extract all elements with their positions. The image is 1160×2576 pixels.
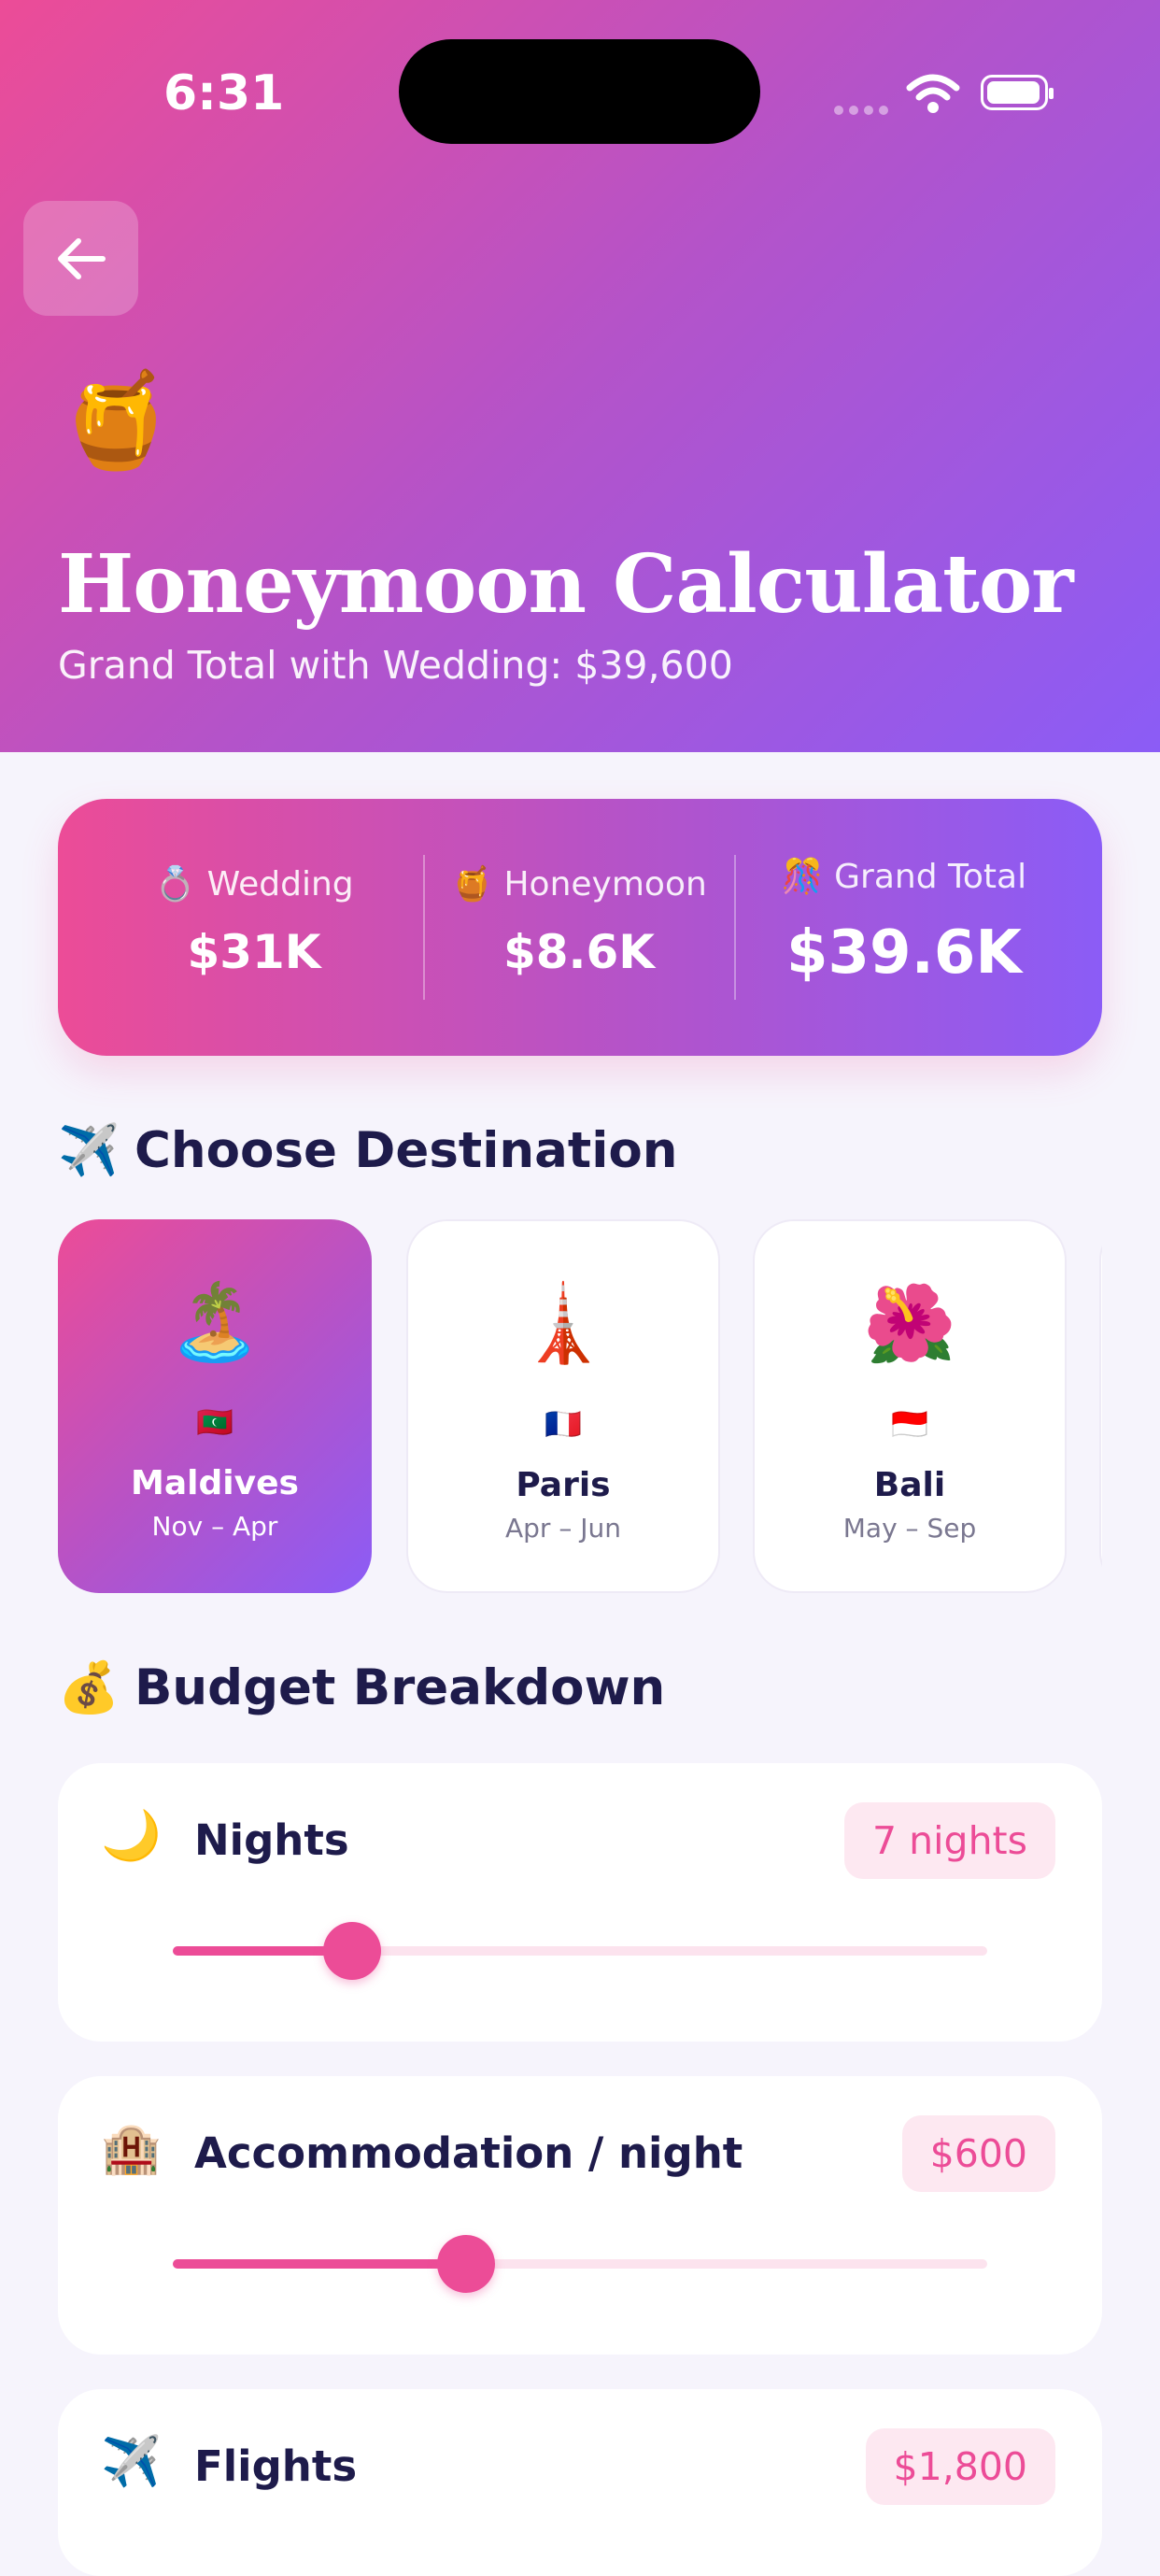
wedding-value: $31K bbox=[187, 925, 321, 979]
airplane-icon: ✈️ bbox=[58, 1122, 120, 1179]
nights-value-badge: 7 nights bbox=[844, 1802, 1055, 1879]
choose-destination-heading: ✈️ Choose Destination bbox=[58, 1121, 678, 1179]
cellular-signal-icon bbox=[834, 101, 894, 119]
honeymoon-total: 🍯 Honeymoon $8.6K bbox=[425, 799, 733, 1056]
back-button[interactable] bbox=[23, 201, 138, 316]
honey-pot-icon: 🍯 bbox=[58, 365, 175, 475]
ring-icon: 💍 bbox=[154, 865, 197, 904]
budget-item-label: Accommodation / night bbox=[194, 2128, 743, 2178]
destination-name: Bali bbox=[873, 1466, 946, 1504]
honeymoon-value: $8.6K bbox=[502, 925, 656, 979]
hibiscus-icon: 🌺 bbox=[863, 1280, 956, 1367]
destination-season: Apr – Jun bbox=[505, 1513, 621, 1544]
airplane-icon: ✈️ bbox=[101, 2434, 162, 2490]
arrow-left-icon bbox=[57, 237, 106, 279]
maldives-flag-icon: 🇲🇻 bbox=[196, 1404, 233, 1440]
destination-card-bali[interactable]: 🌺 🇮🇩 Bali May – Sep bbox=[753, 1219, 1067, 1593]
confetti-icon: 🎊 bbox=[781, 858, 824, 896]
honey-pot-icon: 🍯 bbox=[451, 865, 494, 904]
budget-item-label: Flights bbox=[194, 2441, 358, 2491]
honeymoon-label: Honeymoon bbox=[503, 865, 707, 904]
budget-item-accommodation: 🏨 Accommodation / night $600 bbox=[58, 2076, 1102, 2355]
status-time: 6:31 bbox=[163, 65, 285, 121]
budget-item-label: Nights bbox=[194, 1815, 349, 1865]
destination-name: Paris bbox=[516, 1466, 611, 1504]
tower-icon: 🗼 bbox=[516, 1280, 610, 1367]
grand-total-value: $39.6K bbox=[785, 918, 1023, 988]
header-hero: 6:31 🍯 Honeymoon Calculator Grand Total … bbox=[0, 0, 1160, 752]
destination-card-paris[interactable]: 🗼 🇫🇷 Paris Apr – Jun bbox=[406, 1219, 720, 1593]
accommodation-value-badge: $600 bbox=[901, 2115, 1055, 2192]
section-title: Budget Breakdown bbox=[134, 1659, 666, 1716]
battery-icon bbox=[981, 75, 1054, 110]
destination-card-maldives[interactable]: 🏝️ 🇲🇻 Maldives Nov – Apr bbox=[58, 1219, 372, 1593]
money-bag-icon: 💰 bbox=[58, 1659, 120, 1716]
destination-card-next[interactable] bbox=[1099, 1219, 1102, 1593]
wedding-label: Wedding bbox=[206, 865, 354, 904]
page-subtitle: Grand Total with Wedding: $39,600 bbox=[58, 643, 733, 688]
grand-total: 🎊 Grand Total $39.6K bbox=[736, 799, 1072, 1056]
indonesia-flag-icon: 🇮🇩 bbox=[891, 1406, 928, 1442]
destination-name: Maldives bbox=[131, 1464, 299, 1502]
moon-icon: 🌙 bbox=[101, 1808, 162, 1864]
budget-item-nights: 🌙 Nights 7 nights bbox=[58, 1763, 1102, 2042]
budget-breakdown-heading: 💰 Budget Breakdown bbox=[58, 1658, 665, 1716]
status-bar: 6:31 bbox=[0, 0, 1160, 149]
nights-slider[interactable] bbox=[173, 1922, 987, 1980]
slider-thumb[interactable] bbox=[322, 1922, 381, 1980]
dynamic-island bbox=[399, 39, 760, 144]
island-icon: 🏝️ bbox=[168, 1278, 262, 1365]
wifi-icon bbox=[906, 74, 960, 113]
destination-season: Nov – Apr bbox=[151, 1511, 278, 1542]
section-title: Choose Destination bbox=[134, 1122, 678, 1179]
page-title: Honeymoon Calculator bbox=[58, 537, 1074, 632]
accommodation-slider[interactable] bbox=[173, 2235, 987, 2293]
destination-season: May – Sep bbox=[842, 1513, 977, 1544]
totals-summary-card: 💍 Wedding $31K 🍯 Honeymoon $8.6K 🎊 Grand… bbox=[58, 799, 1102, 1056]
grand-total-label: Grand Total bbox=[834, 858, 1027, 896]
budget-item-flights: ✈️ Flights $1,800 bbox=[58, 2389, 1102, 2576]
flights-value-badge: $1,800 bbox=[865, 2428, 1055, 2505]
hotel-icon: 🏨 bbox=[101, 2121, 162, 2177]
france-flag-icon: 🇫🇷 bbox=[545, 1406, 582, 1442]
wedding-total: 💍 Wedding $31K bbox=[86, 799, 422, 1056]
slider-thumb[interactable] bbox=[436, 2235, 495, 2293]
destination-carousel[interactable]: 🏝️ 🇲🇻 Maldives Nov – Apr 🗼 🇫🇷 Paris Apr … bbox=[58, 1219, 1102, 1593]
